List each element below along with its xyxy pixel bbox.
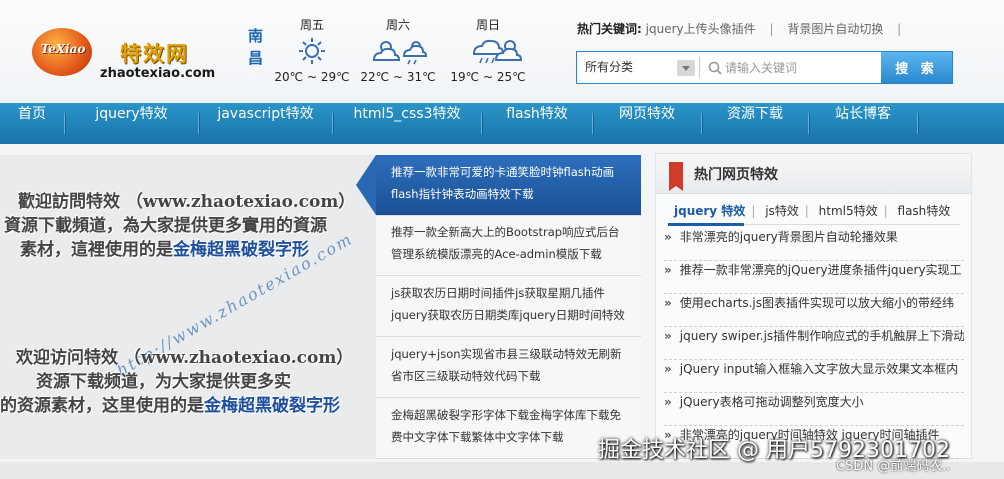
- nav-item-html5-css3[interactable]: html5_css3特效: [333, 103, 481, 144]
- double-chevron-icon: »: [664, 329, 672, 343]
- weather-day-1: 周五 20℃ ~ 29℃: [272, 16, 352, 84]
- chevron-down-icon[interactable]: [677, 60, 695, 76]
- nav-item-javascript[interactable]: javascript特效: [199, 103, 332, 144]
- search-input[interactable]: [725, 57, 875, 79]
- weather-temp: 22℃ ~ 31℃: [360, 70, 436, 84]
- nav-item-blog[interactable]: 站长博客: [809, 103, 917, 144]
- hot-keywords: 热门关键词: jquery上传头像插件 | 背景图片自动切换 |: [577, 20, 911, 37]
- list-item-title: 推荐一款非常漂亮的jQuery进度条插件jquery实现工: [679, 263, 962, 277]
- partly-cloudy-rain-icon: [372, 41, 428, 65]
- tab-jquery[interactable]: jquery 特效: [668, 202, 751, 219]
- site-logo[interactable]: TeXiao 特效网 zhaotexiao.com: [30, 26, 240, 86]
- hot-keyword-link[interactable]: 背景图片自动切换: [787, 22, 883, 36]
- list-item[interactable]: » 推荐一款非常漂亮的jQuery进度条插件jquery实现工: [664, 261, 964, 294]
- sunny-icon: [299, 38, 325, 64]
- nav-item-flash[interactable]: flash特效: [482, 103, 592, 144]
- overlay-watermark-small: CSDN @前端码农..: [836, 459, 951, 474]
- top-badge-icon: [669, 162, 683, 191]
- weather-day-2: 周六 22℃ ~ 31℃: [358, 16, 438, 84]
- hot-effects-panel: 热门网页特效 jquery 特效 | js特效 | html5特效 | flash特效…: [655, 153, 972, 459]
- list-item[interactable]: » jQuery input输入框输入文字放大显示效果文本框内: [664, 360, 964, 393]
- list-item[interactable]: » jQuery表格可拖动调整列宽度大小: [664, 393, 964, 426]
- weather-day-label: 周日: [475, 18, 500, 32]
- page: TeXiao 特效网 zhaotexiao.com 南昌 周五 20℃ ~ 29…: [0, 0, 1004, 479]
- weather-temp: 20℃ ~ 29℃: [274, 70, 350, 84]
- hot-keyword-separator: |: [769, 22, 774, 36]
- double-chevron-icon: »: [664, 362, 672, 376]
- tab-js[interactable]: js特效: [759, 202, 805, 219]
- list-item-title: 非常漂亮的jquery背景图片自动轮播效果: [679, 230, 898, 244]
- banner-highlight: 金梅超黑破裂字形: [204, 396, 340, 416]
- active-arrow: [356, 155, 376, 215]
- list-item[interactable]: » 使用echarts.js图表插件实现可以放大缩小的带经纬: [664, 294, 964, 327]
- list-item[interactable]: jquery+json实现省市县三级联动特效无刷新省市区三级联动特效代码下载: [376, 337, 641, 398]
- logo-chinese-name: 特效网: [120, 42, 189, 66]
- hot-keywords-label: 热门关键词:: [577, 22, 642, 36]
- panel-header: 热门网页特效: [656, 154, 971, 194]
- nav-item-jquery[interactable]: jquery特效: [65, 103, 198, 144]
- logo-emblem-text: TeXiao: [40, 42, 86, 56]
- banner-text-line: 素材，這裡使用的是金梅超黑破裂字形: [20, 235, 309, 260]
- search-bar: 所有分类 搜 索: [576, 51, 953, 84]
- list-item-title: jQuery表格可拖动调整列宽度大小: [679, 395, 864, 409]
- banner-text-line: 欢迎访问特效 （www.zhaotexiao.com）: [16, 348, 354, 368]
- banner-article-list: 推荐一款非常可爱的卡通笑脸时钟flash动画flash指针钟表动画特效下载 推荐…: [376, 155, 641, 459]
- double-chevron-icon: »: [664, 230, 672, 244]
- nav-item-web-effects[interactable]: 网页特效: [593, 103, 701, 144]
- site-header: TeXiao 特效网 zhaotexiao.com 南昌 周五 20℃ ~ 29…: [0, 0, 1004, 103]
- double-chevron-icon: »: [664, 296, 672, 310]
- list-item[interactable]: » jquery swiper.js插件制作响应式的手机触屏上下滑动: [664, 327, 964, 360]
- banner-text-line: 資源下載頻道，為大家提供更多實用的資源: [4, 216, 327, 236]
- tab-separator: |: [883, 204, 888, 218]
- double-chevron-icon: »: [664, 395, 672, 409]
- logo-domain: zhaotexiao.com: [100, 66, 216, 81]
- search-icon: [708, 61, 722, 75]
- tab-separator: |: [751, 204, 756, 218]
- search-divider: [699, 57, 700, 78]
- list-item[interactable]: » 非常漂亮的jquery背景图片自动轮播效果: [664, 228, 964, 261]
- weather-city: 南昌: [248, 27, 264, 67]
- banner-text: 素材，這裡使用的是: [20, 240, 173, 260]
- list-item[interactable]: 推荐一款非常可爱的卡通笑脸时钟flash动画flash指针钟表动画特效下载: [376, 155, 641, 216]
- nav-item-downloads[interactable]: 资源下载: [702, 103, 808, 144]
- banner-slide[interactable]: 歡迎訪問特效 （www.zhaotexiao.com） 資源下載頻道，為大家提供…: [0, 155, 376, 459]
- list-item-title: jquery swiper.js插件制作响应式的手机触屏上下滑动: [679, 329, 964, 343]
- tab-active-indicator: [668, 223, 744, 226]
- list-item-title: jQuery input输入框输入文字放大显示效果文本框内: [679, 362, 959, 376]
- main-nav: 首页 jquery特效 javascript特效 html5_css3特效 fl…: [0, 103, 1004, 144]
- banner-text-line: 资源下载频道，为大家提供更多实: [36, 372, 291, 392]
- search-button[interactable]: 搜 索: [881, 52, 952, 83]
- hot-keyword-separator: |: [897, 22, 902, 36]
- list-item[interactable]: js获取农历日期时间插件js获取星期几插件jquery获取农历日期类库jquer…: [376, 276, 641, 337]
- panel-title: 热门网页特效: [694, 167, 778, 183]
- weather-temp: 19℃ ~ 25℃: [450, 70, 526, 84]
- list-item-title: 使用echarts.js图表插件实现可以放大缩小的带经纬: [679, 296, 954, 310]
- banner-text-line: 歡迎訪問特效 （www.zhaotexiao.com）: [18, 192, 356, 212]
- nav-item-home[interactable]: 首页: [0, 103, 64, 144]
- banner-text: 的资源素材，这里使用的是: [0, 396, 204, 416]
- nav-separator: [917, 113, 918, 134]
- banner-text-line: 的资源素材，这里使用的是金梅超黑破裂字形: [0, 391, 340, 416]
- tab-html5[interactable]: html5特效: [813, 202, 884, 219]
- hot-keyword-link[interactable]: jquery上传头像插件: [646, 22, 756, 36]
- double-chevron-icon: »: [664, 263, 672, 277]
- partly-cloudy-icon: [494, 40, 523, 61]
- panel-tabs: jquery 特效 | js特效 | html5特效 | flash特效: [668, 202, 956, 224]
- weather-day-label: 周六: [385, 18, 410, 32]
- weather-day-label: 周五: [299, 18, 324, 32]
- tab-flash[interactable]: flash特效: [892, 202, 957, 219]
- banner-highlight: 金梅超黑破裂字形: [173, 240, 309, 260]
- list-item[interactable]: 推荐一款全新高大上的Bootstrap响应式后台管理系统模版漂亮的Ace-adm…: [376, 215, 641, 276]
- tab-separator: |: [804, 204, 809, 218]
